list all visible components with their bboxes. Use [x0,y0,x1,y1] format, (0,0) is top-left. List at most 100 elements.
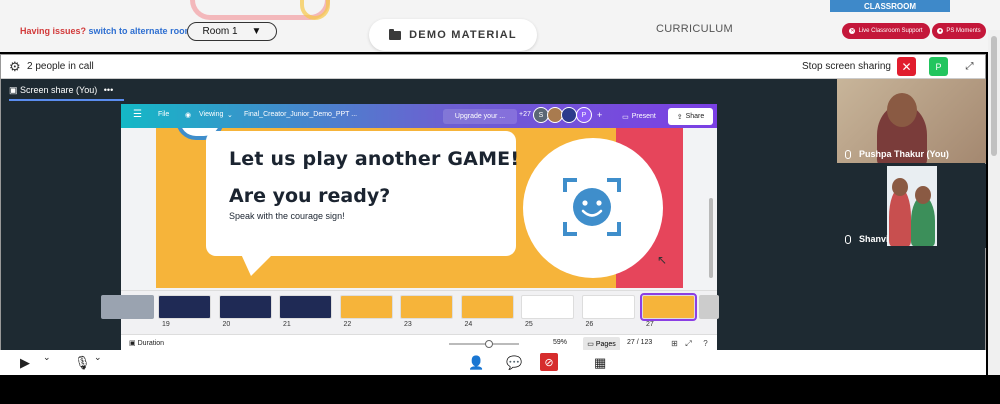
smiley-face-icon [563,178,621,236]
thumbnail-image [158,295,211,319]
screen-share-tab[interactable]: ▣ Screen share (You) ••• [9,85,124,101]
microphone-icon [845,234,851,244]
share-button[interactable]: ⇪ Share [668,108,713,125]
menu-icon[interactable]: ☰ [133,109,142,120]
timer-icon: ▣ [129,340,136,347]
microphone-icon[interactable]: 🎙 [74,355,91,371]
duration-label: Duration [137,340,165,347]
help-icon[interactable]: ? [700,338,711,349]
thumbnail-number: 20 [222,321,231,328]
slide-thumbnail[interactable]: 26 [581,295,635,331]
thumbnail-image [581,295,635,319]
issues-text: Having issues? [20,26,87,36]
slide-thumbnail[interactable] [101,295,154,331]
grid-view-icon[interactable]: ⊞ [669,338,680,349]
thumbnail-number: 27 [646,321,654,328]
slide-thumbnail[interactable]: 27 [640,293,697,331]
moments-icon: ● [937,28,944,34]
zoom-slider[interactable] [449,340,519,348]
demo-material-button[interactable]: DEMO MATERIAL [369,19,537,51]
support-icon: ✕ [849,28,856,34]
chevron-down-icon[interactable]: ⌄ [43,352,51,363]
room-select[interactable]: Room 1 ▼ [187,22,277,41]
present-label: Present [631,113,656,120]
participant-tile[interactable]: Shanvi [837,164,986,248]
chevron-down-icon: ⌄ [227,112,233,119]
slide-canvas: Let us play another GAME! Are you ready?… [121,128,717,290]
present-icon: ▭ [622,113,629,121]
folder-icon [389,28,402,40]
ps-moments-label: PS Moments [946,28,981,34]
thumbnail-number: 25 [525,321,533,328]
pages-button[interactable]: ▭ Pages [583,337,620,351]
alternate-room-link[interactable]: switch to alternate room [89,26,193,36]
chat-icon[interactable]: 💬 [506,355,522,371]
share-label: Share [685,113,705,120]
slide-thumbnail[interactable]: 25 [521,295,574,331]
stop-screen-sharing-button[interactable]: Stop screen sharing [802,61,891,72]
top-bar: Having issues? switch to alternate room … [0,0,1000,52]
slide-thumbnail[interactable]: 19 [158,295,211,331]
document-title[interactable]: Final_Creator_Junior_Demo_PPT ... [244,111,357,118]
upgrade-button[interactable]: Upgrade your ... [443,109,517,124]
live-classroom-support-button[interactable]: ✕ Live Classroom Support [842,23,930,39]
file-menu[interactable]: File [158,111,169,118]
slide-thumbnail[interactable] [699,295,719,331]
chevron-down-icon[interactable]: ⌄ [94,352,102,363]
viewing-menu[interactable]: Viewing [199,111,223,118]
gear-icon[interactable]: ⚙ [9,60,22,73]
slide-thumbnail[interactable]: 24 [460,295,514,331]
slide-subtext: Speak with the courage sign! [229,211,345,221]
scrollbar-thumb[interactable] [991,36,997,156]
thumbnail-number: 26 [585,321,594,328]
participant-badge[interactable]: P [929,57,948,76]
participant-tile[interactable]: Pushpa Thakur (You) [837,79,986,163]
duration-button[interactable]: ▣ Duration [129,339,164,347]
thumbnail-image [460,295,514,319]
participant-name-tag: Pushpa Thakur (You) [845,149,949,159]
slide-thumbnail[interactable]: 20 [218,295,272,331]
close-icon[interactable]: ✕ [897,57,916,76]
add-collaborator-icon[interactable]: + [597,110,602,120]
child-face [892,178,908,196]
ps-moments-button[interactable]: ● PS Moments [932,23,986,39]
call-controls: ▶ ⌄ 🎙 ⌄ 👤 💬 ⊘ ▦ [0,350,986,375]
slide-thumbnail[interactable]: 23 [400,295,453,331]
participants-icon[interactable]: 👤 [468,355,484,371]
present-button[interactable]: ▭ Present [613,109,665,124]
live-support-label: Live Classroom Support [858,28,923,34]
slide-thumbnails: 19 20 21 22 23 24 25 26 27 [101,290,719,334]
classroom-tab[interactable]: CLASSROOM [830,0,950,12]
current-slide: Let us play another GAME! Are you ready?… [156,128,683,288]
participant-name: Shanvi [859,234,889,244]
thumbnail-image [339,295,393,319]
thumbnail-number: 19 [162,321,170,328]
screen-share-icon: ▣ [9,85,18,95]
call-header: ⚙ 2 people in call Stop screen sharing ✕… [1,55,985,79]
collaborator-count[interactable]: +27 [519,111,531,118]
expand-icon[interactable]: ⤢ [961,58,978,75]
zoom-slider-knob[interactable] [485,340,493,348]
avatar[interactable] [561,107,577,123]
camera-icon[interactable]: ▶ [20,355,30,371]
whiteboard-icon[interactable]: ▦ [594,355,606,371]
thumbnail-number: 24 [464,321,473,328]
slide-thumbnail[interactable]: 22 [339,295,393,331]
canvas-scrollbar[interactable] [709,198,713,278]
zoom-level[interactable]: 59% [553,339,567,346]
thumbnail-number: 21 [283,321,291,328]
share-icon: ⇪ [676,113,683,121]
thumbnail-image [279,295,332,319]
avatar[interactable]: P [576,107,592,123]
canva-toolbar: ☰ File ◉ Viewing ⌄ Final_Creator_Junior_… [121,104,717,128]
issues-message: Having issues? switch to alternate room [20,26,193,36]
more-icon[interactable]: ••• [104,85,113,95]
slide-thumbnail[interactable]: 21 [279,295,332,331]
slide-question: Are you ready? [229,185,391,207]
fullscreen-icon[interactable]: ⤢ [683,338,694,349]
thumbnail-image [521,295,574,319]
screen-share-label: Screen share (You) [20,85,98,95]
stop-share-icon[interactable]: ⊘ [540,353,558,371]
curriculum-tab[interactable]: CURRICULUM [656,23,733,35]
page-scrollbar[interactable] [988,30,1000,375]
